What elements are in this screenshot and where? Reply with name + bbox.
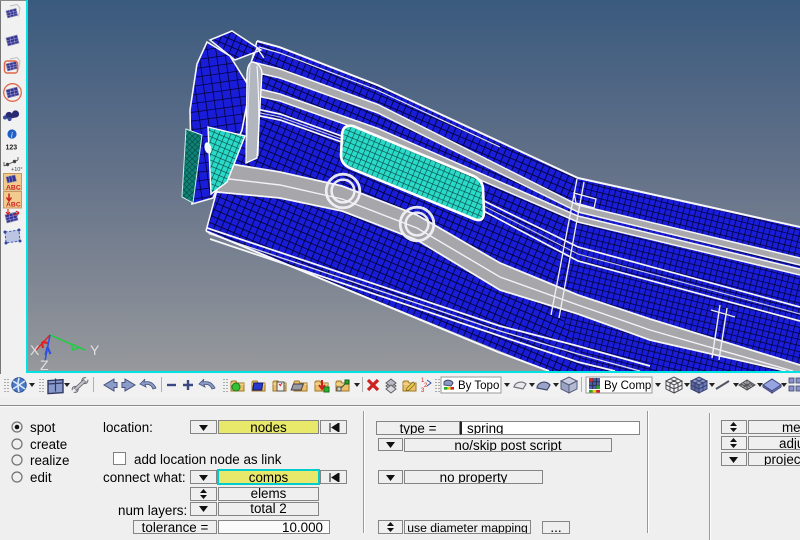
- svg-text:Z: Z: [40, 357, 49, 373]
- svg-text:ABC: ABC: [6, 202, 21, 209]
- svg-text:+10°: +10°: [11, 167, 23, 173]
- svg-text:ABC: ABC: [6, 185, 21, 192]
- svg-text:Y: Y: [90, 342, 100, 358]
- svg-text:i: i: [11, 131, 13, 140]
- svg-text:123: 123: [6, 145, 18, 152]
- svg-text:X: X: [30, 342, 40, 358]
- svg-text:By Comp: By Comp: [604, 380, 651, 392]
- svg-text:By Topo: By Topo: [458, 380, 499, 392]
